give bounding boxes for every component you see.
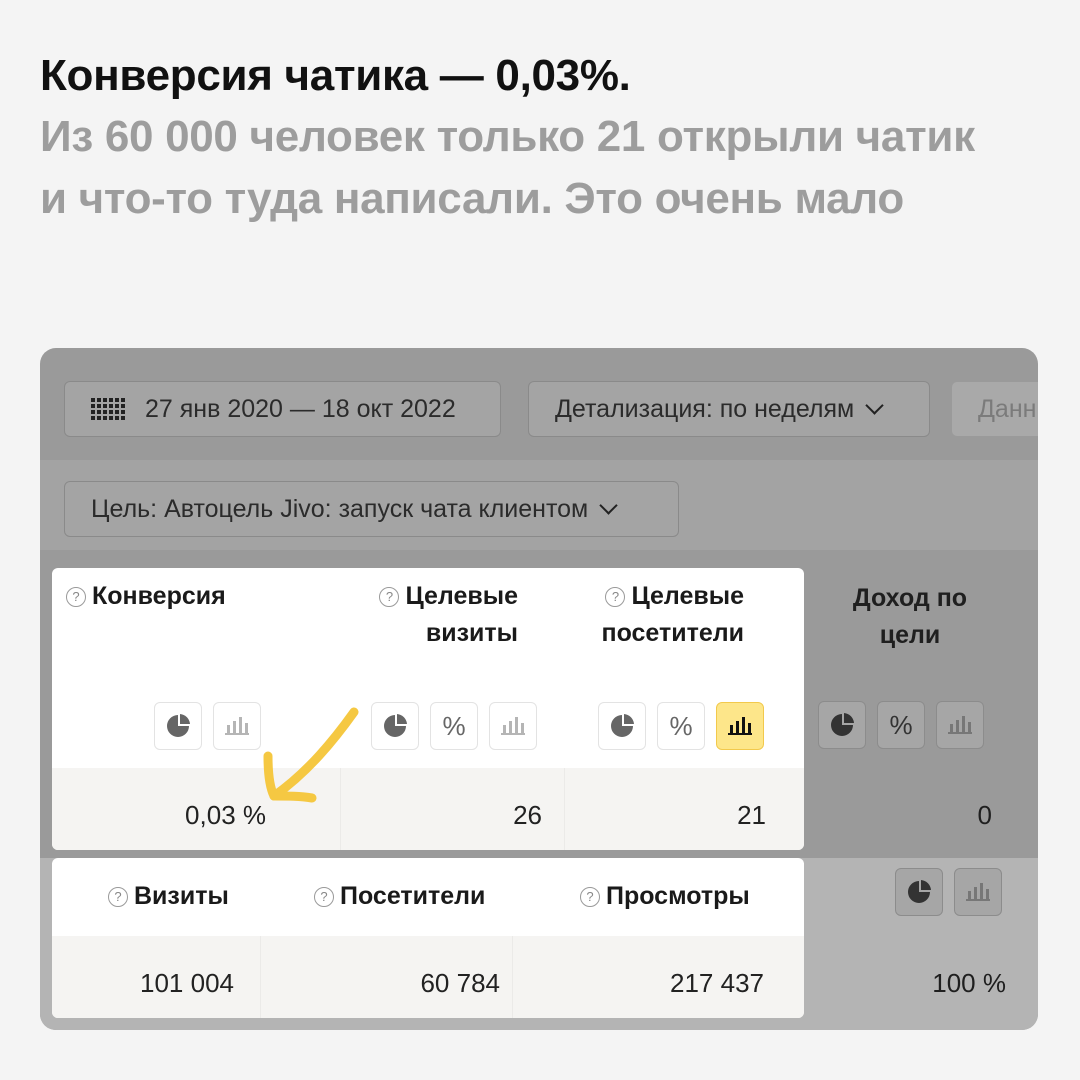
column-header-conversion: ? Конверсия (66, 578, 226, 615)
goal-dropdown[interactable]: Цель: Автоцель Jivo: запуск чата клиенто… (64, 481, 679, 537)
bar-chart-icon[interactable] (716, 702, 764, 750)
summary-metrics-card: ? Визиты ? Посетители ? Просмотры 101 004 6… (52, 858, 804, 1018)
table-row: 101 004 60 784 217 437 (52, 936, 804, 1018)
visits-value: 101 004 (140, 968, 234, 998)
headline: Конверсия чатика — 0,03%. Из 60 000 чело… (40, 46, 1040, 230)
pie-chart-icon[interactable] (818, 701, 866, 749)
help-icon[interactable]: ? (314, 887, 334, 907)
goal-visits-view-toggles: % (371, 702, 537, 750)
headline-title: Конверсия чатика — 0,03%. (40, 51, 631, 100)
bar-chart-icon[interactable] (954, 868, 1002, 916)
goal-metrics-card: ? Конверсия ? Целевые визиты ? Целевые посе… (52, 568, 804, 850)
data-label: Данн (978, 394, 1037, 423)
percent-icon[interactable]: % (877, 701, 925, 749)
detail-label: Детализация: по неделям (555, 394, 855, 423)
table-row: 0,03 % 26 21 (52, 768, 804, 850)
column-header-visits: ? Визиты (108, 878, 229, 915)
pageviews-value: 217 437 (670, 968, 764, 998)
detail-dropdown[interactable]: Детализация: по неделям (528, 381, 930, 437)
summary-view-toggles (895, 868, 1002, 916)
calendar-grid-icon (91, 398, 125, 420)
goal-revenue-view-toggles: % (818, 701, 984, 749)
goal-visitors-value: 21 (737, 800, 766, 830)
column-header-goal-visits: ? Целевые визиты (368, 578, 518, 652)
conversion-view-toggles (154, 702, 261, 750)
help-icon[interactable]: ? (66, 587, 86, 607)
column-header-visitors: ? Посетители (314, 878, 485, 915)
pie-chart-icon[interactable] (371, 702, 419, 750)
date-range-button[interactable]: 27 янв 2020 — 18 окт 2022 (64, 381, 501, 437)
pie-chart-icon[interactable] (895, 868, 943, 916)
help-icon[interactable]: ? (580, 887, 600, 907)
help-icon[interactable]: ? (605, 587, 626, 607)
goal-label: Цель: Автоцель Jivo: запуск чата клиенто… (91, 494, 589, 523)
help-icon[interactable]: ? (108, 887, 128, 907)
chevron-down-icon (865, 395, 884, 415)
column-header-pageviews: ? Просмотры (580, 878, 750, 915)
date-range-label: 27 янв 2020 — 18 окт 2022 (145, 394, 456, 423)
annotation-arrow-icon (263, 707, 359, 803)
conversion-value: 0,03 % (185, 800, 266, 830)
chevron-down-icon (599, 495, 618, 515)
visitors-value: 60 784 (420, 968, 500, 998)
data-button[interactable]: Данн (951, 381, 1038, 437)
column-header-goal-revenue: Доход по цели (852, 584, 968, 649)
bar-chart-icon[interactable] (936, 701, 984, 749)
goal-revenue-value: 0 (977, 800, 992, 830)
help-icon[interactable]: ? (379, 587, 400, 607)
percent-icon[interactable]: % (430, 702, 478, 750)
bar-chart-icon[interactable] (489, 702, 537, 750)
pie-chart-icon[interactable] (598, 702, 646, 750)
goal-visits-value: 26 (513, 800, 542, 830)
column-header-goal-visitors: ? Целевые посетители (601, 582, 744, 647)
goal-visitors-view-toggles: % (598, 702, 764, 750)
pie-chart-icon[interactable] (154, 702, 202, 750)
summary-extra-value: 100 % (932, 968, 1006, 998)
headline-subtitle: Из 60 000 человек только 21 открыли чати… (40, 112, 975, 223)
percent-icon[interactable]: % (657, 702, 705, 750)
